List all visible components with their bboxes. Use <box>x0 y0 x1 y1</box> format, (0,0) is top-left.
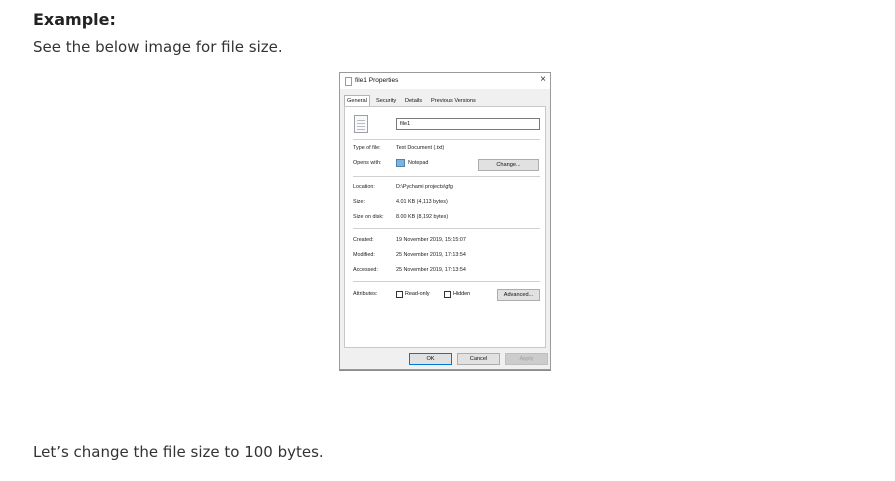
close-icon[interactable]: × <box>540 74 546 85</box>
opens-with-label: Opens with: <box>353 160 382 166</box>
divider <box>353 139 540 140</box>
advanced-button[interactable]: Advanced... <box>497 289 540 301</box>
file-icon <box>345 77 352 86</box>
created-value: 19 November 2019, 15:15:07 <box>396 237 466 243</box>
general-panel: file1 Type of file: Text Document (.txt)… <box>344 106 546 348</box>
size-on-disk-label: Size on disk: <box>353 214 384 220</box>
file-properties-dialog: file1 Properties × General Security Deta… <box>339 72 551 370</box>
size-value: 4.01 KB (4,113 bytes) <box>396 199 448 205</box>
created-label: Created: <box>353 237 374 243</box>
divider <box>353 228 540 229</box>
hidden-checkbox[interactable] <box>444 291 451 298</box>
divider <box>353 281 540 282</box>
followup-paragraph: Let’s change the file size to 100 bytes. <box>33 443 324 461</box>
notepad-icon <box>396 159 405 167</box>
article-heading: Example: <box>33 10 116 29</box>
type-value: Text Document (.txt) <box>396 145 445 151</box>
ok-button[interactable]: OK <box>409 353 452 365</box>
attributes-label: Attributes: <box>353 291 378 297</box>
size-label: Size: <box>353 199 365 205</box>
type-label: Type of file: <box>353 145 381 151</box>
modified-value: 25 November 2019, 17:13:54 <box>396 252 466 258</box>
apply-button[interactable]: Apply <box>505 353 548 365</box>
accessed-label: Accessed: <box>353 267 378 273</box>
change-button[interactable]: Change... <box>478 159 539 171</box>
dialog-shadow <box>339 370 551 371</box>
tab-previous-versions[interactable]: Previous Versions <box>429 96 478 106</box>
file-name-field[interactable]: file1 <box>396 118 540 130</box>
size-on-disk-value: 8.00 KB (8,192 bytes) <box>396 214 449 220</box>
cancel-button[interactable]: Cancel <box>457 353 500 365</box>
dialog-titlebar: file1 Properties × <box>340 73 550 89</box>
intro-paragraph: See the below image for file size. <box>33 38 283 56</box>
location-label: Location: <box>353 184 375 190</box>
divider <box>353 176 540 177</box>
tab-details[interactable]: Details <box>403 96 424 106</box>
accessed-value: 25 November 2019, 17:13:54 <box>396 267 466 273</box>
read-only-checkbox[interactable] <box>396 291 403 298</box>
dialog-title: file1 Properties <box>355 77 399 84</box>
hidden-label: Hidden <box>453 291 471 297</box>
opens-with-value: Notepad <box>408 160 429 166</box>
tab-security[interactable]: Security <box>374 96 398 106</box>
modified-label: Modified: <box>353 252 375 258</box>
text-document-icon <box>354 115 368 133</box>
read-only-label: Read-only <box>405 291 430 297</box>
location-value: D:\Pychami projects\gfg <box>396 184 453 190</box>
